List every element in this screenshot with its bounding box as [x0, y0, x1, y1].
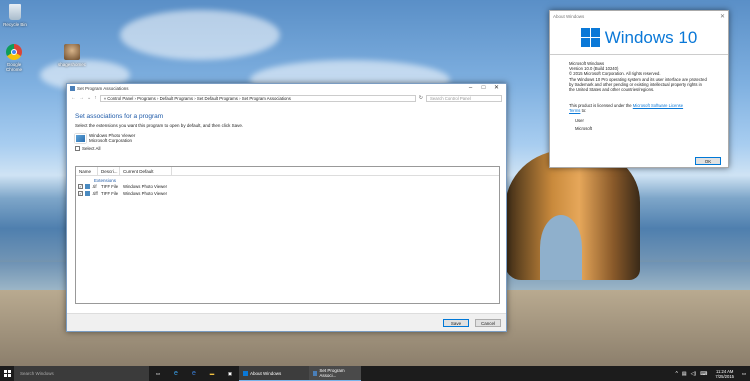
forward-arrow-icon[interactable]: →: [79, 95, 84, 101]
windows-logo-icon: [580, 28, 600, 47]
windows-logo-banner: Windows 10: [550, 21, 728, 55]
user-folder-icon: [64, 44, 80, 60]
chrome-desktop-icon[interactable]: Google Chrome: [0, 44, 29, 72]
license-to-text: to:: [581, 108, 587, 114]
show-hidden-icons-icon[interactable]: ^: [676, 371, 678, 377]
chevron-down-icon[interactable]: ⌄: [87, 95, 91, 101]
column-header-name[interactable]: Name: [76, 167, 98, 175]
extension-current-default: Windows Photo Viewer: [123, 184, 168, 189]
program-info: Windows Photo Viewer Microsoft Corporati…: [75, 133, 506, 143]
select-all-label: Select All: [82, 146, 101, 151]
button-bar: Save Cancel: [67, 313, 506, 331]
navigation-bar: ← → ⌄ ↑ « Control Panel › Programs › Def…: [67, 93, 506, 103]
windows-start-icon: [3, 370, 11, 377]
back-arrow-icon[interactable]: ←: [71, 95, 76, 101]
list-header: Name Descri... Current Default: [76, 167, 499, 176]
title-bar: About Windows ✕: [550, 11, 728, 21]
taskbar-search-box[interactable]: Search Windows: [14, 366, 149, 381]
about-windows-dialog: About Windows ✕ Windows 10 Microsoft Win…: [549, 10, 729, 168]
action-center-icon[interactable]: ▭: [738, 366, 750, 381]
about-info: Microsoft Windows Version 10.0 (Build 10…: [550, 55, 728, 131]
windows-10-logo-text: Windows 10: [604, 27, 698, 47]
taskbar-app-label: Set Program Associ...: [319, 368, 345, 378]
start-button[interactable]: [0, 366, 14, 381]
recycle-bin-desktop-icon[interactable]: Recycle Bin: [0, 4, 30, 27]
licensed-organization: Microsoft: [575, 125, 592, 131]
taskbar-app-label: About Windows: [250, 370, 282, 376]
extension-name: .tif: [92, 184, 97, 189]
extension-description: TIFF File: [101, 191, 119, 196]
taskbar-app-set-program-associations[interactable]: Set Program Associ...: [309, 366, 361, 381]
checkbox[interactable]: ✓: [78, 191, 83, 196]
input-indicator-icon[interactable]: ⌨: [700, 371, 707, 377]
title-bar: Set Program Associations – □ ✕: [67, 84, 506, 93]
task-view-icon[interactable]: ▭: [149, 366, 167, 381]
file-type-icon: [85, 191, 90, 196]
desktop-icon-label: Recycle Bin: [3, 22, 27, 27]
close-button[interactable]: ✕: [490, 84, 503, 93]
about-windows-app-icon: [243, 370, 248, 376]
checkbox[interactable]: [75, 146, 80, 151]
minimize-button[interactable]: –: [464, 84, 477, 93]
file-explorer-icon[interactable]: ▬: [203, 366, 221, 381]
window-title: About Windows: [553, 13, 585, 19]
control-panel-icon: [70, 86, 75, 91]
licensed-user: User: [575, 117, 584, 123]
ok-button[interactable]: OK: [695, 157, 721, 165]
save-button[interactable]: Save: [443, 319, 469, 327]
list-item[interactable]: ✓ .tif TIFF File Windows Photo Viewer: [76, 183, 499, 190]
list-item[interactable]: ✓ .tiff TIFF File Windows Photo Viewer: [76, 190, 499, 197]
store-icon[interactable]: ▣: [221, 366, 239, 381]
window-title: Set Program Associations: [77, 86, 129, 91]
set-program-associations-window: Set Program Associations – □ ✕ ← → ⌄ ↑ « C…: [66, 83, 507, 332]
extension-current-default: Windows Photo Viewer: [123, 191, 168, 196]
maximize-button[interactable]: □: [477, 84, 490, 93]
clock-date: 7/25/2015: [715, 373, 734, 379]
recycle-bin-icon: [9, 4, 21, 20]
desktop-icon-label: shageshomec: [57, 62, 87, 67]
group-header: Extensions: [94, 178, 117, 183]
edge-icon[interactable]: e: [167, 366, 185, 381]
page-heading: Set associations for a program: [75, 113, 164, 120]
extension-name: .tiff: [92, 191, 98, 196]
extension-description: TIFF File: [101, 184, 119, 189]
program-company: Microsoft Corporation: [89, 138, 133, 143]
select-all-checkbox[interactable]: Select All: [75, 146, 506, 151]
control-panel-app-icon: [313, 370, 318, 376]
network-icon[interactable]: ▤: [682, 371, 687, 377]
cancel-button[interactable]: Cancel: [475, 319, 501, 327]
up-arrow-icon[interactable]: ↑: [94, 95, 97, 101]
clock[interactable]: 11:24 AM 7/25/2015: [711, 366, 738, 381]
user-desktop-icon[interactable]: shageshomec: [57, 44, 87, 67]
instruction-text: Select the extensions you want this prog…: [75, 123, 244, 128]
checkbox[interactable]: ✓: [78, 184, 83, 189]
license-terms-link-2[interactable]: Terms: [569, 108, 580, 113]
license-terms-link[interactable]: Microsoft Software License: [633, 103, 683, 108]
close-button[interactable]: ✕: [720, 13, 725, 20]
file-type-icon: [85, 184, 90, 189]
photo-viewer-icon: [75, 133, 86, 143]
column-header-description[interactable]: Descri...: [98, 167, 120, 175]
internet-explorer-icon[interactable]: e: [185, 366, 203, 381]
desktop-icon-label: Google Chrome: [5, 62, 22, 72]
volume-icon[interactable]: ◁): [691, 371, 697, 377]
chrome-icon: [6, 44, 22, 60]
system-tray: ^ ▤ ◁) ⌨: [672, 366, 712, 381]
extensions-list[interactable]: Name Descri... Current Default Extension…: [75, 166, 500, 304]
taskbar-app-about-windows[interactable]: About Windows: [239, 366, 309, 381]
column-header-current-default[interactable]: Current Default: [120, 167, 172, 175]
legal-text: the United States and other countries/re…: [569, 87, 655, 93]
taskbar: Search Windows ▭ e e ▬ ▣ About Windows S…: [0, 366, 750, 381]
refresh-icon[interactable]: ↻: [419, 95, 423, 101]
search-input[interactable]: Search Control Panel: [426, 94, 502, 102]
address-bar[interactable]: « Control Panel › Programs › Default Pro…: [99, 94, 416, 102]
